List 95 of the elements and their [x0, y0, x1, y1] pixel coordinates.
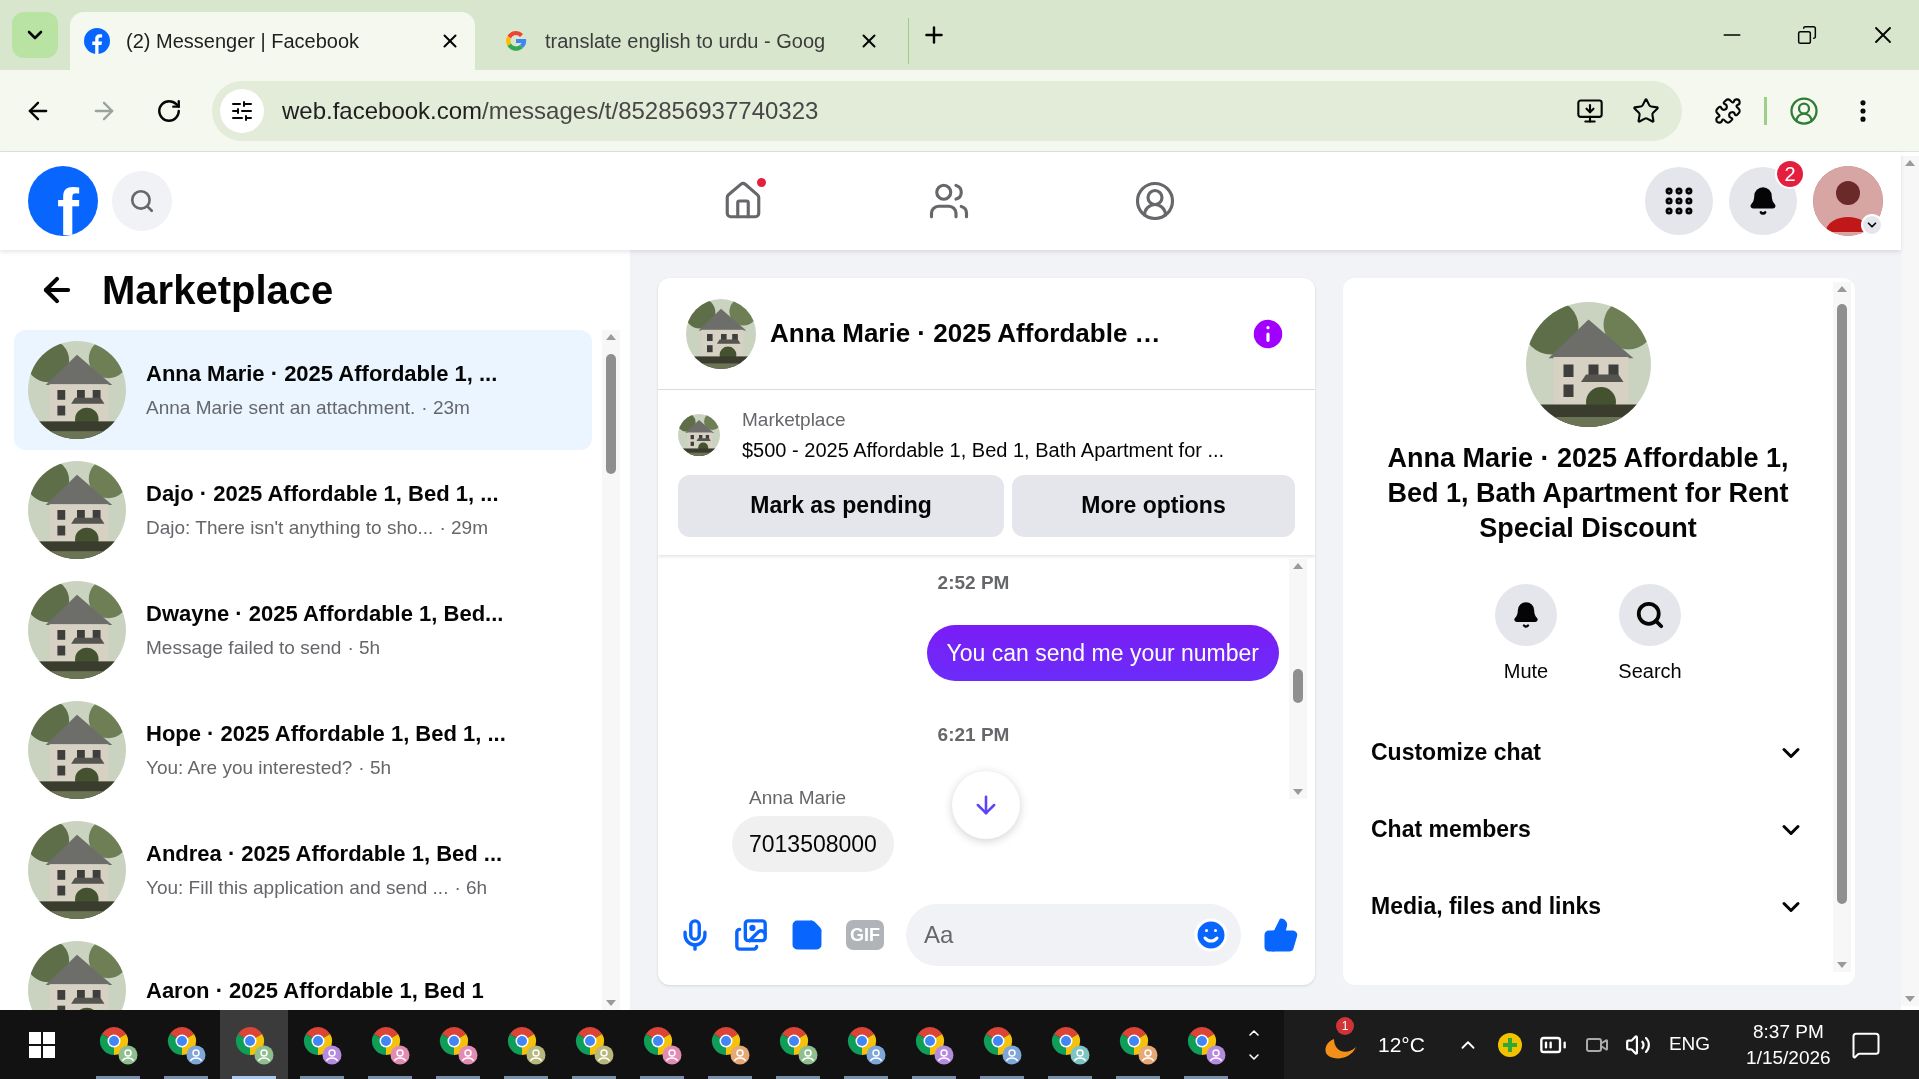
- accordion-row[interactable]: Chat members: [1343, 791, 1833, 868]
- accordion-row[interactable]: Customize chat: [1343, 714, 1833, 791]
- conversation-item[interactable]: Anna Marie · 2025 Affordable 1, ... Anna Marie sent an attachment. · 23m: [14, 330, 592, 450]
- conversation-name: Anna Marie · 2025 Affordable 1, Bed 1, Bath Apartment for Rent Special Discount: [1386, 442, 1790, 545]
- language-indicator[interactable]: ENG: [1668, 1030, 1711, 1059]
- tab-title: translate english to urdu - Goog: [545, 29, 827, 54]
- conversation-title: Andrea · 2025 Affordable 1, Bed ...: [146, 840, 503, 869]
- reload-icon[interactable]: [156, 97, 182, 124]
- chrome-icon: [574, 1024, 606, 1057]
- conversation-item[interactable]: Dwayne · 2025 Affordable 1, Bed... Message failed to send · 5h: [14, 570, 592, 690]
- site-settings-icon: [230, 98, 254, 123]
- weather-badge: 1: [1336, 1016, 1354, 1035]
- conversation-title: Hope · 2025 Affordable 1, Bed 1, ...: [146, 720, 506, 749]
- search-icon: [129, 188, 155, 214]
- tab-title: (2) Messenger | Facebook: [126, 29, 361, 54]
- message-time: · 5h: [347, 636, 381, 661]
- browser-tab[interactable]: (2) Messenger | Facebook: [70, 12, 475, 70]
- scrollbar[interactable]: [1289, 558, 1307, 799]
- chrome-icon: [370, 1024, 402, 1057]
- chrome-icon: [506, 1024, 538, 1057]
- chrome-icon: [438, 1024, 470, 1057]
- taskbar-app[interactable]: [220, 1010, 288, 1079]
- search-icon: [1635, 600, 1665, 630]
- chrome-icon: [710, 1024, 742, 1057]
- chrome-icon: [234, 1024, 266, 1057]
- message-preview: You: Are you interested?: [146, 756, 353, 781]
- profile-icon[interactable]: [1789, 95, 1819, 126]
- like-icon[interactable]: [1263, 917, 1299, 953]
- conversation-title: Dwayne · 2025 Affordable 1, Bed...: [146, 600, 504, 629]
- listing-label: Marketplace: [742, 408, 847, 432]
- chrome-icon: [302, 1024, 334, 1057]
- conversation-item[interactable]: Dajo · 2025 Affordable 1, Bed 1, ... Dajo: There isn't anything to sho... · 29m: [14, 450, 592, 570]
- timestamp: 2:52 PM: [937, 570, 1010, 595]
- message-preview: Message failed to send: [146, 636, 342, 661]
- restore-icon[interactable]: [1797, 25, 1817, 45]
- scrollbar[interactable]: [602, 330, 620, 1010]
- conversation-item[interactable]: Andrea · 2025 Affordable 1, Bed ... You: Fill this application and send ... · 6h: [14, 810, 592, 930]
- chrome-icon: [846, 1024, 878, 1057]
- install-icon[interactable]: [1576, 96, 1604, 125]
- timestamp: 6:21 PM: [937, 723, 1010, 747]
- chrome-icon: [166, 1024, 198, 1057]
- conversation-item[interactable]: Hope · 2025 Affordable 1, Bed 1, ... You: Are you interested? · 5h: [14, 690, 592, 810]
- chrome-icon: [1050, 1024, 1082, 1057]
- action-button[interactable]: Mark as pending: [678, 474, 1004, 537]
- conversation-title: Dajo · 2025 Affordable 1, Bed 1, ...: [146, 480, 499, 509]
- message-field[interactable]: Aa: [906, 904, 1241, 966]
- chrome-icon: [778, 1024, 810, 1057]
- chat-title: Anna Marie · 2025 Affordable …: [770, 317, 1162, 350]
- url-text: web.facebook.com/messages/t/852856937740323: [282, 95, 819, 126]
- message-time: · 23m: [421, 396, 470, 421]
- message-preview: Dajo: There isn't anything to sho...: [146, 516, 434, 541]
- message-bubble: 7013508000: [732, 816, 894, 872]
- clock[interactable]: 8:37 PM 1/15/2026: [1746, 1018, 1831, 1071]
- plus-icon[interactable]: [1496, 1031, 1523, 1058]
- temperature: 12°C: [1378, 1031, 1425, 1058]
- panel-title: Marketplace: [102, 267, 334, 314]
- scrollbar[interactable]: [1901, 156, 1919, 1006]
- action-button[interactable]: More options: [1012, 474, 1295, 537]
- bookmark-star-icon[interactable]: [1632, 96, 1660, 125]
- address-bar[interactable]: web.facebook.com/messages/t/852856937740323: [212, 80, 1682, 141]
- chrome-icon: [642, 1024, 674, 1057]
- chrome-icon: [98, 1024, 130, 1057]
- notification-badge: 2: [1775, 159, 1805, 189]
- message-preview: You: Fill this application and send ...: [146, 876, 449, 901]
- conversation-title: Aaron · 2025 Affordable 1, Bed 1: [146, 976, 484, 1005]
- message-bubble: You can send me your number: [926, 625, 1279, 681]
- avatar-icon: [1813, 166, 1883, 236]
- message-preview: Anna Marie sent an attachment.: [146, 396, 416, 421]
- google-icon: [503, 28, 529, 54]
- chrome-icon: [982, 1024, 1014, 1057]
- listing-title: $500 - 2025 Affordable 1, Bed 1, Bath Apartment for ...: [742, 437, 1225, 463]
- emoji-icon[interactable]: [1193, 917, 1229, 953]
- message-time: · 5h: [358, 756, 392, 781]
- chrome-icon: [1186, 1024, 1218, 1057]
- browser-tab[interactable]: translate english to urdu - Goog: [489, 12, 894, 70]
- bell-icon: [1748, 186, 1778, 216]
- extensions-icon[interactable]: [1714, 96, 1742, 125]
- action-button[interactable]: Mute: [1484, 584, 1568, 686]
- facebook-icon: [84, 28, 110, 54]
- sender-name: Anna Marie: [748, 785, 847, 810]
- accordion-row[interactable]: Media, files and links: [1343, 868, 1833, 945]
- message-time: · 6h: [454, 876, 488, 901]
- bell-icon: [1512, 601, 1540, 629]
- image-icon[interactable]: [734, 918, 768, 952]
- message-time: · 29m: [439, 516, 488, 541]
- chrome-icon: [1118, 1024, 1150, 1057]
- scrollbar[interactable]: [1833, 282, 1851, 972]
- conversation-title: Anna Marie · 2025 Affordable 1, ...: [146, 360, 498, 389]
- action-button[interactable]: Search: [1608, 584, 1692, 686]
- tab-list-button[interactable]: [12, 12, 58, 58]
- windows-icon[interactable]: [29, 1031, 55, 1058]
- user-circle-icon: [1134, 180, 1176, 222]
- facebook-logo[interactable]: f: [28, 166, 98, 236]
- chrome-icon: [914, 1024, 946, 1057]
- account-button[interactable]: [1813, 166, 1883, 236]
